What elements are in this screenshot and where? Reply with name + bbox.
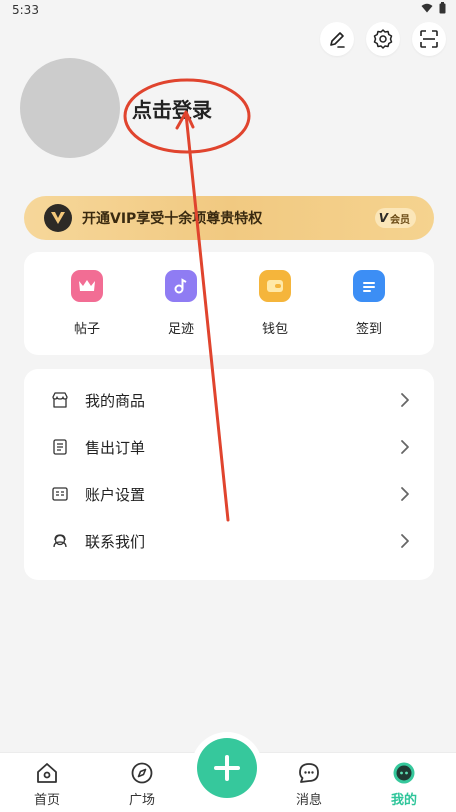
chevron-right-icon <box>401 534 409 548</box>
tab-label-mine: 我的 <box>390 793 417 808</box>
vip-badge: V 会员 <box>374 208 416 228</box>
tab-label-messages: 消息 <box>295 793 322 808</box>
plus-icon <box>214 755 240 781</box>
quick-item-posts[interactable]: 帖子 <box>57 270 117 337</box>
quick-item-checkin[interactable]: 签到 <box>339 270 399 337</box>
menu-label-sold-orders: 售出订单 <box>85 439 146 457</box>
pencil-icon <box>330 32 345 48</box>
tab-label-square: 广场 <box>128 793 155 808</box>
account-icon <box>52 487 68 501</box>
menu-card: 我的商品 售出订单 账户设置 联系我们 <box>24 369 434 580</box>
publish-button[interactable] <box>197 738 257 798</box>
edit-button[interactable] <box>320 22 354 56</box>
wifi-icon <box>421 3 433 13</box>
tab-messages[interactable]: 消息 <box>274 753 344 812</box>
checkin-icon <box>353 270 385 302</box>
avatar[interactable] <box>20 58 120 158</box>
quick-label-checkin: 签到 <box>355 322 382 337</box>
settings-button[interactable] <box>366 22 400 56</box>
quick-item-footprint[interactable]: 足迹 <box>151 270 211 337</box>
mine-icon <box>393 762 415 784</box>
vip-text: 开通VIP享受十余项尊贵特权 <box>82 211 263 227</box>
battery-icon <box>439 2 446 14</box>
tab-mine[interactable]: 我的 <box>369 753 439 812</box>
home-icon <box>37 763 57 783</box>
menu-label-account-settings: 账户设置 <box>85 486 146 504</box>
vip-badge-mark: V <box>378 211 388 225</box>
quick-item-wallet[interactable]: 钱包 <box>245 270 305 337</box>
login-link[interactable]: 点击登录 <box>132 94 212 123</box>
compass-icon <box>131 762 153 784</box>
quick-label-wallet: 钱包 <box>261 322 288 337</box>
menu-label-my-products: 我的商品 <box>85 392 146 410</box>
chevron-right-icon <box>401 440 409 454</box>
status-icons <box>421 2 446 14</box>
message-icon <box>299 763 319 783</box>
chevron-right-icon <box>401 393 409 407</box>
vip-badge-label: 会员 <box>390 214 410 226</box>
menu-label-contact-us: 联系我们 <box>85 533 146 551</box>
vip-logo-icon <box>44 204 72 232</box>
store-icon <box>52 392 68 408</box>
tab-label-home: 首页 <box>33 793 60 808</box>
status-time: 5:33 <box>12 3 39 17</box>
order-icon <box>53 439 67 455</box>
menu-item-my-products[interactable]: 我的商品 <box>24 377 434 424</box>
crown-icon <box>71 270 103 302</box>
tab-home[interactable]: 首页 <box>12 753 82 812</box>
status-bar: 5:33 <box>0 0 456 22</box>
gear-icon <box>373 29 393 49</box>
wallet-icon <box>259 270 291 302</box>
menu-item-contact-us[interactable]: 联系我们 <box>24 518 434 565</box>
quick-label-posts: 帖子 <box>73 322 100 337</box>
menu-item-account-settings[interactable]: 账户设置 <box>24 471 434 518</box>
vip-banner[interactable]: 开通VIP享受十余项尊贵特权 V 会员 <box>24 196 434 240</box>
scan-icon <box>420 30 438 48</box>
music-note-icon <box>165 270 197 302</box>
quick-actions-card: 帖子 足迹 钱包 签到 <box>24 252 434 355</box>
chevron-right-icon <box>401 487 409 501</box>
scan-button[interactable] <box>412 22 446 56</box>
tab-square[interactable]: 广场 <box>107 753 177 812</box>
quick-label-footprint: 足迹 <box>167 322 194 337</box>
support-icon <box>53 534 67 548</box>
menu-item-sold-orders[interactable]: 售出订单 <box>24 424 434 471</box>
